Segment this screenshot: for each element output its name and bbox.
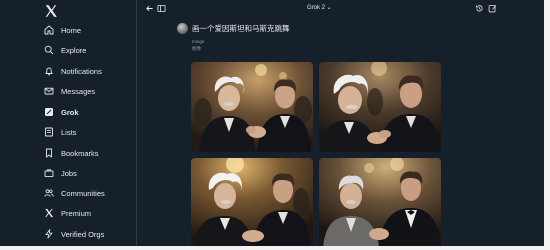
sidebar-item-label: Bookmarks	[61, 148, 99, 158]
envelope-icon	[44, 86, 54, 96]
app-window: Home Explore Notifications Messages Grok	[0, 0, 550, 250]
x-logo-icon	[44, 208, 54, 218]
x-logo-icon[interactable]	[44, 4, 58, 18]
sidebar-item-label: Premium	[61, 208, 92, 218]
image-type-sublabel: 图像	[192, 46, 201, 51]
sidebar-item-explore[interactable]: Explore	[44, 42, 86, 58]
bookmark-icon	[44, 148, 54, 158]
sidebar-item-jobs[interactable]: Jobs	[44, 165, 77, 181]
sidebar-item-label: Communities	[61, 188, 105, 198]
chat-header: Grok 2 ⌄	[137, 0, 497, 18]
generated-image-4[interactable]	[319, 158, 441, 248]
grok-icon	[44, 107, 54, 117]
sidebar-item-communities[interactable]: Communities	[44, 185, 105, 201]
sidebar-item-label: Lists	[61, 127, 77, 137]
briefcase-icon	[44, 168, 54, 178]
sidebar-item-label: Notifications	[61, 66, 102, 76]
sidebar-item-notifications[interactable]: Notifications	[44, 63, 102, 79]
new-chat-icon[interactable]	[488, 4, 497, 13]
sidebar-item-messages[interactable]: Messages	[44, 83, 95, 99]
sidebar-item-bookmarks[interactable]: Bookmarks	[44, 145, 99, 161]
sidebar-item-lists[interactable]: Lists	[44, 124, 76, 140]
sidebar-item-verified-orgs[interactable]: Verified Orgs	[44, 226, 104, 242]
sidebar-item-premium[interactable]: Premium	[44, 205, 91, 221]
history-icon[interactable]	[475, 4, 484, 13]
user-prompt: 画一个爱因斯坦和马斯克跳舞	[192, 24, 290, 33]
image-type-label: Image	[192, 39, 205, 44]
model-selector[interactable]: Grok 2 ⌄	[307, 4, 332, 11]
sidebar-item-label: Verified Orgs	[61, 229, 105, 239]
home-icon	[44, 25, 54, 35]
bell-icon	[44, 66, 54, 76]
generated-image-2[interactable]	[319, 62, 441, 152]
sidebar-item-home[interactable]: Home	[44, 22, 81, 38]
search-icon	[44, 45, 54, 55]
people-icon	[44, 188, 54, 198]
sidebar-item-label: Explore	[61, 45, 87, 55]
page-frame-bottom	[0, 246, 550, 250]
list-icon	[44, 127, 54, 137]
lightning-icon	[44, 229, 54, 239]
chat-area: 画一个爱因斯坦和马斯克跳舞 Image 图像	[137, 18, 495, 250]
generated-image-1[interactable]	[191, 62, 313, 152]
page-frame-right	[544, 0, 550, 250]
sidebar-item-label: Jobs	[61, 168, 77, 178]
sidebar: Home Explore Notifications Messages Grok	[0, 0, 137, 250]
sidebar-toggle-icon[interactable]	[157, 4, 166, 13]
sidebar-item-label: Home	[61, 25, 82, 35]
sidebar-item-label: Grok	[61, 107, 79, 117]
back-arrow-icon[interactable]	[145, 4, 154, 13]
avatar	[177, 23, 188, 34]
generated-image-3[interactable]	[191, 158, 313, 248]
sidebar-item-grok[interactable]: Grok	[44, 104, 79, 120]
sidebar-item-label: Messages	[61, 86, 96, 96]
